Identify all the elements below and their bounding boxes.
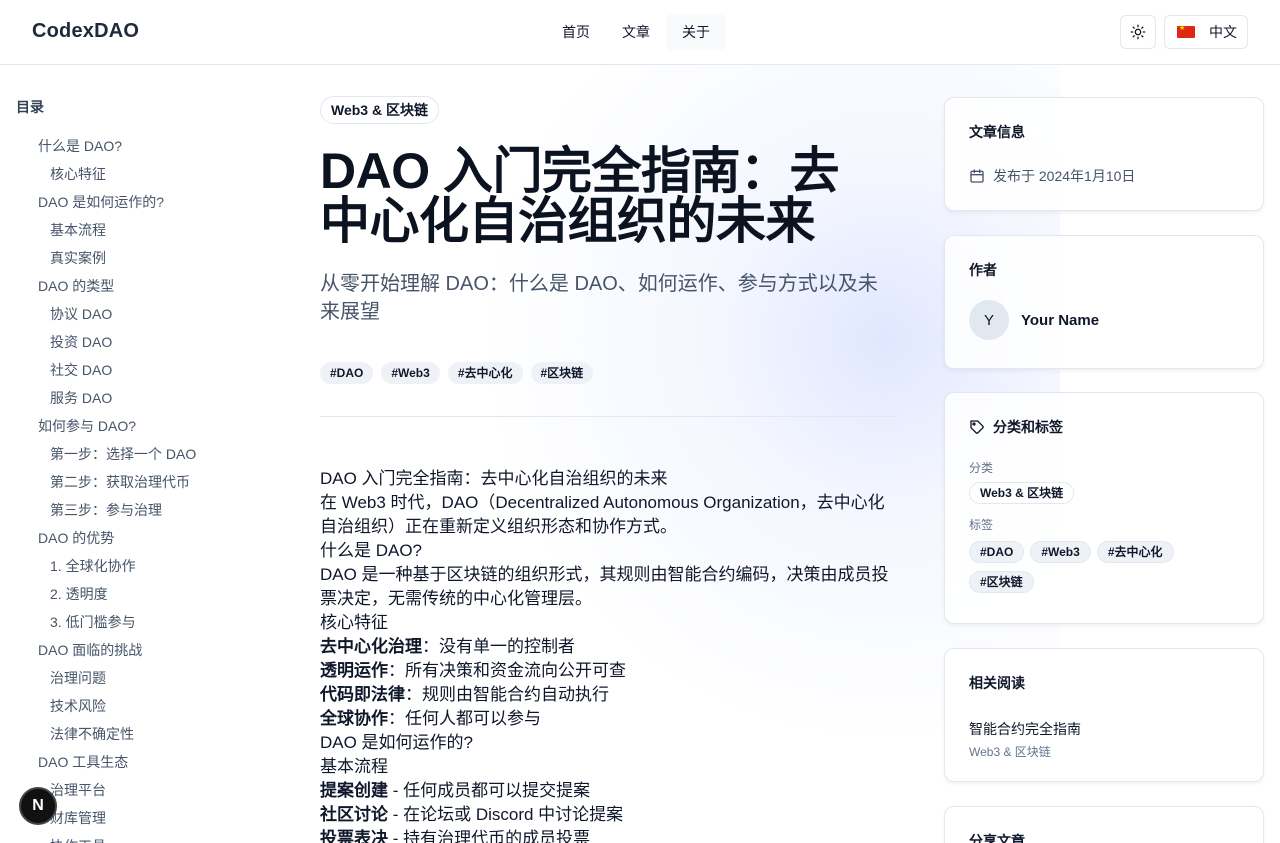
tags-label: 标签 — [969, 518, 994, 532]
taxonomy-card: 分类和标签 分类 Web3 & 区块链 标签 #DAO #Web3 #去中心化 #区块… — [944, 392, 1264, 624]
related-article-link[interactable]: 智能合约完全指南 — [969, 719, 1239, 739]
site-logo[interactable]: CodexDAO — [32, 20, 139, 43]
article-title: DAO 入门完全指南：去中心化自治组织的未来 — [320, 143, 840, 249]
toc-item[interactable]: 什么是 DAO? — [16, 132, 276, 160]
body-heading: 核心特征 — [320, 613, 388, 632]
toc-item[interactable]: 1. 全球化协作 — [16, 552, 276, 580]
toc-item[interactable]: 法律不确定性 — [16, 720, 276, 748]
card-title: 相关阅读 — [969, 675, 1025, 691]
feature-item: 全球协作：任何人都可以参与 — [320, 709, 541, 728]
feature-item: 透明运作：所有决策和资金流向公开可查 — [320, 661, 626, 680]
step-item: 社区讨论 - 在论坛或 Discord 中讨论提案 — [320, 805, 624, 824]
toc-item[interactable]: DAO 面临的挑战 — [16, 636, 276, 664]
author[interactable]: Y Your Name — [969, 300, 1239, 340]
article-category[interactable]: Web3 & 区块链 — [320, 96, 439, 124]
avatar: Y — [969, 300, 1009, 340]
feature-item: 代码即法律：规则由智能合约自动执行 — [320, 685, 609, 704]
body-heading: DAO 是如何运作的? — [320, 733, 474, 752]
tag[interactable]: #Web3 — [381, 362, 440, 384]
toc-item[interactable]: 2. 透明度 — [16, 580, 276, 608]
card-title: 作者 — [969, 262, 997, 278]
nav-articles[interactable]: 文章 — [606, 14, 666, 50]
tag[interactable]: #DAO — [320, 362, 374, 384]
category-label: 分类 — [969, 461, 994, 475]
language-switcher[interactable]: 中文 — [1164, 15, 1248, 49]
toc-item[interactable]: 真实案例 — [16, 244, 276, 272]
next-devtools-badge[interactable]: N — [19, 787, 57, 825]
toc-item[interactable]: DAO 的优势 — [16, 524, 276, 552]
toc-item[interactable]: 基本流程 — [16, 216, 276, 244]
author-name: Your Name — [1021, 311, 1100, 329]
toc-item[interactable]: DAO 工具生态 — [16, 748, 276, 776]
related-article-category: Web3 & 区块链 — [969, 745, 1051, 759]
toc-item[interactable]: DAO 是如何运作的? — [16, 188, 276, 216]
toc-item[interactable]: 第二步：获取治理代币 — [16, 468, 276, 496]
tag[interactable]: #DAO — [969, 541, 1025, 563]
language-label: 中文 — [1209, 24, 1237, 40]
table-of-contents: 目录 什么是 DAO? 核心特征 DAO 是如何运作的? 基本流程 真实案例 DAO 的类… — [16, 96, 276, 843]
toc-item[interactable]: 协议 DAO — [16, 300, 276, 328]
toc-list: 什么是 DAO? 核心特征 DAO 是如何运作的? 基本流程 真实案例 DAO 的类型 协议… — [16, 132, 276, 843]
site-header: CodexDAO 首页 文章 关于 中文 — [0, 0, 1280, 65]
share-card: 分享文章 — [944, 806, 1264, 843]
step-item: 提案创建 - 任何成员都可以提交提案 — [320, 781, 591, 800]
tag-icon — [970, 420, 984, 434]
calendar-icon — [970, 169, 984, 183]
tag[interactable]: #去中心化 — [1096, 541, 1174, 563]
toc-item[interactable]: 社交 DAO — [16, 356, 276, 384]
toc-item[interactable]: 服务 DAO — [16, 384, 276, 412]
nav-home[interactable]: 首页 — [546, 14, 606, 50]
tag[interactable]: #去中心化 — [447, 362, 523, 384]
toc-item[interactable]: 第三步：参与治理 — [16, 496, 276, 524]
tag[interactable]: #区块链 — [530, 362, 594, 384]
body-heading: 基本流程 — [320, 757, 388, 776]
author-card: 作者 Y Your Name — [944, 235, 1264, 369]
card-title: 文章信息 — [969, 124, 1025, 140]
toc-item[interactable]: 3. 低门槛参与 — [16, 608, 276, 636]
related-reading-card: 相关阅读 智能合约完全指南 Web3 & 区块链 — [944, 648, 1264, 782]
divider — [320, 416, 896, 417]
publish-date: 发布于 2024年1月10日 — [969, 166, 1239, 186]
theme-toggle-button[interactable] — [1120, 15, 1156, 49]
article-info-card: 文章信息 发布于 2024年1月10日 — [944, 97, 1264, 211]
body-paragraph: 在 Web3 时代，DAO（Decentralized Autonomous O… — [320, 493, 885, 536]
toc-item[interactable]: 治理问题 — [16, 664, 276, 692]
toc-item[interactable]: 技术风险 — [16, 692, 276, 720]
tag[interactable]: #Web3 — [1030, 541, 1091, 563]
toc-item[interactable]: 如何参与 DAO? — [16, 412, 276, 440]
category-pill[interactable]: Web3 & 区块链 — [969, 482, 1075, 504]
card-title: 分享文章 — [969, 833, 1025, 843]
body-heading: 什么是 DAO? — [320, 541, 423, 560]
china-flag-icon — [1177, 24, 1195, 38]
sun-icon — [1130, 24, 1146, 40]
article: Web3 & 区块链 DAO 入门完全指南：去中心化自治组织的未来 从零开始理解… — [320, 96, 896, 843]
tag[interactable]: #区块链 — [969, 571, 1034, 593]
nav-about[interactable]: 关于 — [666, 14, 726, 50]
main-nav: 首页 文章 关于 — [546, 14, 726, 50]
card-title: 分类和标签 — [969, 417, 1239, 437]
toc-title: 目录 — [16, 99, 44, 115]
toc-item[interactable]: 第一步：选择一个 DAO — [16, 440, 276, 468]
toc-item[interactable]: 核心特征 — [16, 160, 276, 188]
step-item: 投票表决 - 持有治理代币的成员投票 — [320, 829, 591, 843]
toc-item[interactable]: 协作工具 — [16, 832, 276, 843]
toc-item[interactable]: DAO 的类型 — [16, 272, 276, 300]
body-paragraph: DAO 是一种基于区块链的组织形式，其规则由智能合约编码，决策由成员投票决定，无… — [320, 565, 889, 608]
article-tags: #DAO #Web3 #去中心化 #区块链 — [320, 362, 896, 384]
toc-item[interactable]: 投资 DAO — [16, 328, 276, 356]
article-body: DAO 入门完全指南：去中心化自治组织的未来 在 Web3 时代，DAO（Dec… — [320, 467, 896, 843]
feature-item: 去中心化治理：没有单一的控制者 — [320, 637, 575, 656]
body-heading: DAO 入门完全指南：去中心化自治组织的未来 — [320, 469, 668, 488]
article-subtitle: 从零开始理解 DAO：什么是 DAO、如何运作、参与方式以及未来展望 — [320, 273, 878, 323]
